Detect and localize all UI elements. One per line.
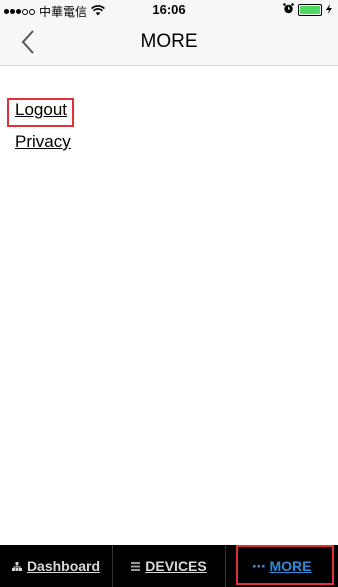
- status-right: [283, 3, 332, 17]
- tab-dashboard[interactable]: Dashboard: [0, 545, 112, 587]
- tab-dashboard-label: Dashboard: [26, 558, 101, 574]
- tab-more-label: MORE: [269, 558, 312, 574]
- tab-devices-label: DEVICES: [145, 558, 207, 574]
- page-title: MORE: [140, 31, 198, 52]
- menu-list: Logout Privacy: [15, 100, 71, 164]
- charging-icon: [326, 3, 332, 17]
- tab-bar: Dashboard DEVICES MORE: [0, 545, 338, 587]
- server-icon: [131, 561, 141, 571]
- logout-link[interactable]: Logout: [15, 100, 71, 120]
- status-bar: 中華電信 16:06: [0, 0, 338, 20]
- navigation-bar: MORE: [0, 20, 338, 66]
- alarm-icon: [283, 3, 294, 17]
- tab-devices[interactable]: DEVICES: [112, 545, 225, 587]
- org-chart-icon: [11, 561, 22, 571]
- battery-icon: [298, 4, 322, 16]
- ellipsis-icon: [252, 564, 265, 568]
- privacy-link[interactable]: Privacy: [15, 132, 71, 152]
- tab-more[interactable]: MORE: [225, 545, 338, 587]
